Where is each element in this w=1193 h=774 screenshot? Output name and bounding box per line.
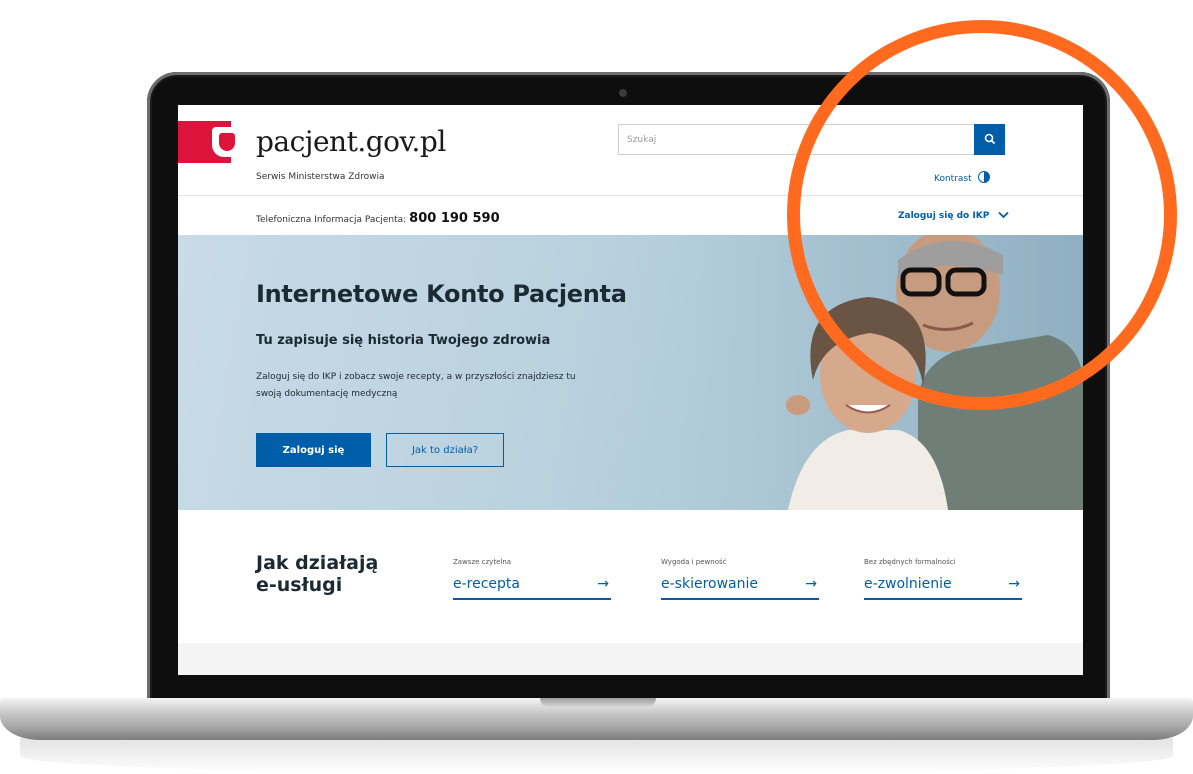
e-skierowanie-link[interactable]: e-skierowanie → bbox=[661, 576, 819, 600]
info-label: Telefoniczna Informacja Pacjenta: bbox=[256, 215, 407, 225]
how-it-works-button[interactable]: Jak to działa? bbox=[386, 433, 504, 467]
screen-bottom-strip bbox=[178, 643, 1083, 675]
login-button[interactable]: Zaloguj się bbox=[256, 433, 371, 467]
arrow-right-icon: → bbox=[805, 576, 817, 592]
e-zwolnienie-link[interactable]: e-zwolnienie → bbox=[864, 576, 1022, 600]
service-caption: Bez zbędnych formalności bbox=[864, 558, 956, 566]
phone-number[interactable]: 800 190 590 bbox=[409, 211, 499, 226]
arrow-right-icon: → bbox=[1008, 576, 1020, 592]
service-label: e-skierowanie bbox=[661, 576, 758, 592]
e-services-section: Jak działają e-usługi Zawsze czytelna e-… bbox=[178, 510, 1083, 643]
service-card-e-skierowanie: Wygoda i pewność e-skierowanie → bbox=[661, 558, 819, 600]
polish-eagle-emblem-icon bbox=[212, 127, 242, 157]
arrow-right-icon: → bbox=[597, 576, 609, 592]
service-label: e-zwolnienie bbox=[864, 576, 952, 592]
site-tagline: Serwis Ministerstwa Zdrowia bbox=[256, 172, 385, 182]
webcam bbox=[619, 89, 627, 97]
site-logo[interactable]: pacjent.gov.pl bbox=[256, 125, 446, 158]
service-card-e-recepta: Zawsze czytelna e-recepta → bbox=[453, 558, 611, 600]
service-label: e-recepta bbox=[453, 576, 520, 592]
e-recepta-link[interactable]: e-recepta → bbox=[453, 576, 611, 600]
hero-title: Internetowe Konto Pacjenta bbox=[256, 280, 627, 308]
emblem-box bbox=[178, 121, 242, 163]
service-caption: Zawsze czytelna bbox=[453, 558, 512, 566]
highlight-circle-annotation bbox=[787, 20, 1177, 410]
service-card-e-zwolnienie: Bez zbędnych formalności e-zwolnienie → bbox=[864, 558, 1022, 600]
hero-description: Zaloguj się do IKP i zobacz swoje recept… bbox=[256, 372, 576, 399]
laptop-shadow bbox=[20, 738, 1173, 774]
service-caption: Wygoda i pewność bbox=[661, 558, 727, 566]
laptop-notch bbox=[540, 698, 656, 707]
hero-subtitle: Tu zapisuje się historia Twojego zdrowia bbox=[256, 333, 551, 348]
patient-info-bar: Telefoniczna Informacja Pacjenta: 800 190… bbox=[256, 211, 500, 226]
services-title: Jak działają e-usługi bbox=[256, 552, 379, 596]
